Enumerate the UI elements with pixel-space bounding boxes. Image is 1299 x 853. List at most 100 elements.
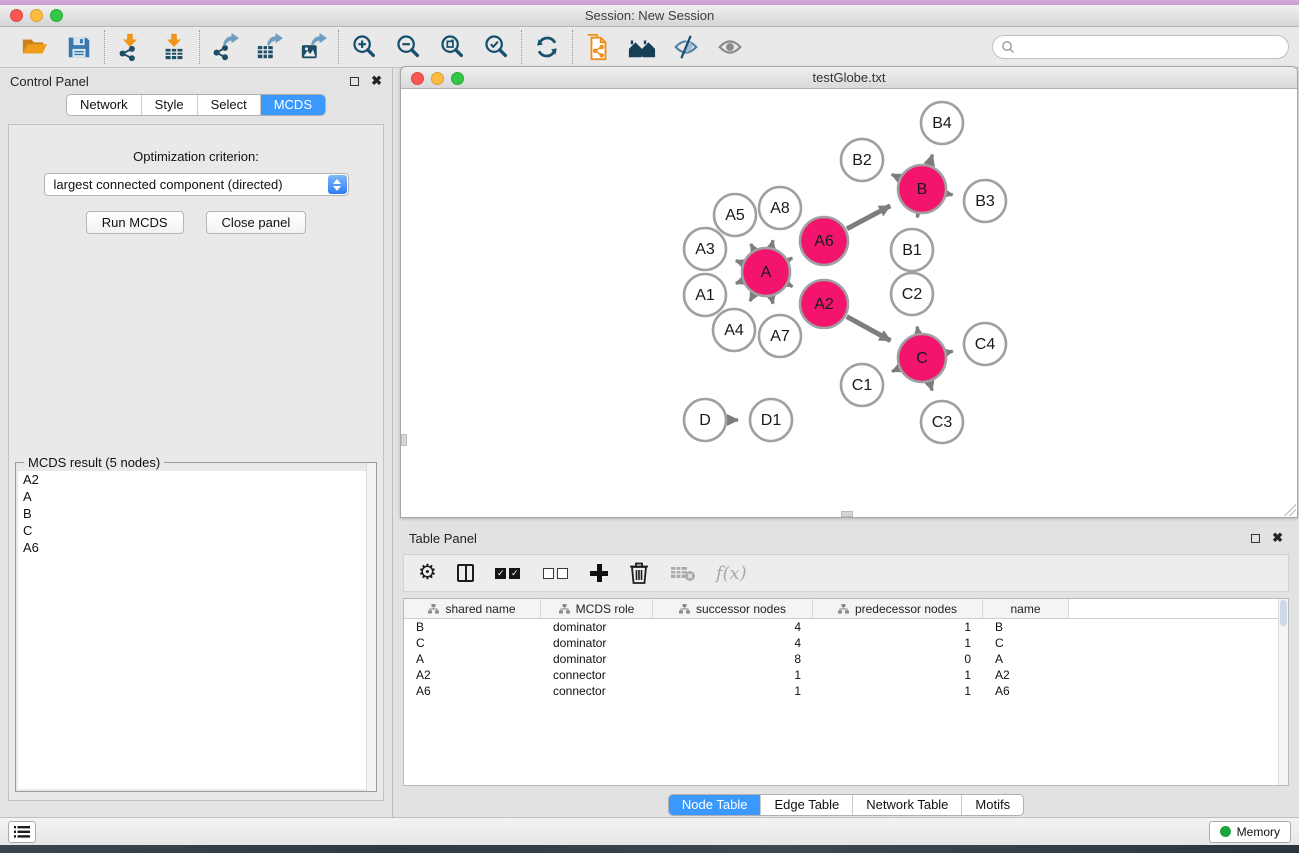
import-network-icon[interactable] — [115, 32, 145, 62]
graph-edge-A-A1[interactable] — [736, 281, 742, 283]
table-row[interactable]: A6connector11A6 — [404, 683, 1288, 699]
graph-node-C1[interactable]: C1 — [841, 364, 883, 406]
result-item-a2[interactable]: A2 — [18, 471, 374, 488]
table-row[interactable]: A2connector11A2 — [404, 667, 1288, 683]
memory-button[interactable]: Memory — [1209, 821, 1291, 843]
graph-edge-B-B4[interactable] — [930, 155, 933, 165]
result-item-c[interactable]: C — [18, 522, 374, 539]
result-item-a[interactable]: A — [18, 488, 374, 505]
graph-edge-A-A6[interactable] — [789, 258, 792, 260]
window-resize-handle[interactable] — [1284, 504, 1296, 516]
network-file-icon[interactable] — [583, 32, 613, 62]
graph-edge-A6-B[interactable] — [847, 206, 890, 229]
result-item-b[interactable]: B — [18, 505, 374, 522]
tab-node-table[interactable]: Node Table — [669, 795, 761, 815]
column-header-successor-nodes[interactable]: successor nodes — [653, 599, 813, 618]
tab-network[interactable]: Network — [67, 95, 141, 115]
network-canvas[interactable]: A5A8A6 A3 A A1 A2 A4A7 B4 B2 B B3 B1C2 C4 C C1 C3 D D1 — [401, 89, 1297, 517]
graph-edge-C-C2[interactable] — [917, 327, 918, 333]
show-columns-icon[interactable] — [457, 560, 474, 586]
import-table-icon[interactable] — [159, 32, 189, 62]
graph-edge-A-A8[interactable] — [772, 240, 773, 246]
graph-edge-A-A7[interactable] — [772, 297, 773, 303]
graph-node-A7[interactable]: A7 — [759, 315, 801, 357]
open-session-icon[interactable] — [20, 32, 50, 62]
float-panel-icon[interactable] — [350, 77, 359, 86]
float-table-panel-icon[interactable] — [1251, 534, 1260, 543]
graph-node-B2[interactable]: B2 — [841, 139, 883, 181]
graph-node-C3[interactable]: C3 — [921, 401, 963, 443]
export-image-icon[interactable] — [298, 32, 328, 62]
graph-node-B[interactable]: B — [898, 165, 946, 213]
table-row[interactable]: Cdominator41C — [404, 635, 1288, 651]
hide-selected-icon[interactable] — [671, 32, 701, 62]
graph-node-A[interactable]: A — [742, 248, 790, 296]
tab-edge-table[interactable]: Edge Table — [760, 795, 852, 815]
deselect-all-rows-icon[interactable] — [542, 560, 570, 586]
graph-edge-C-C3[interactable] — [930, 383, 932, 391]
graph-node-B4[interactable]: B4 — [921, 102, 963, 144]
criterion-select[interactable]: largest connected component (directed) — [44, 173, 349, 196]
zoom-in-icon[interactable] — [349, 32, 379, 62]
mcds-result-list[interactable]: A2ABCA6 — [18, 471, 374, 789]
table-row[interactable]: Bdominator41B — [404, 619, 1288, 635]
graph-edge-C-C1[interactable] — [892, 369, 898, 372]
graph-node-A1[interactable]: A1 — [684, 274, 726, 316]
select-all-rows-icon[interactable]: ✓✓ — [494, 560, 522, 586]
canvas-bottom-handle[interactable] — [841, 511, 853, 517]
graph-node-B3[interactable]: B3 — [964, 180, 1006, 222]
search-input[interactable] — [1015, 40, 1280, 54]
graph-node-D[interactable]: D — [684, 399, 726, 441]
graph-edge-A-A5[interactable] — [751, 244, 754, 249]
run-mcds-button[interactable]: Run MCDS — [86, 211, 184, 234]
column-header-MCDS-role[interactable]: MCDS role — [541, 599, 653, 618]
graph-node-C[interactable]: C — [898, 334, 946, 382]
show-all-icon[interactable] — [715, 32, 745, 62]
graph-edge-B-B3[interactable] — [948, 194, 953, 195]
table-row[interactable]: Adominator80A — [404, 651, 1288, 667]
graph-edge-A-A3[interactable] — [736, 261, 742, 263]
tab-network-table[interactable]: Network Table — [852, 795, 961, 815]
graph-edge-C-C4[interactable] — [947, 351, 952, 352]
task-history-button[interactable] — [8, 821, 36, 843]
table-settings-icon[interactable]: ⚙ — [418, 560, 437, 586]
tab-select[interactable]: Select — [197, 95, 260, 115]
tab-style[interactable]: Style — [141, 95, 197, 115]
graph-node-C2[interactable]: C2 — [891, 273, 933, 315]
add-column-icon[interactable] — [590, 560, 608, 586]
graph-edge-A2-C[interactable] — [847, 317, 891, 341]
result-item-a6[interactable]: A6 — [18, 539, 374, 556]
close-table-panel-icon[interactable]: ✖ — [1272, 533, 1283, 543]
refresh-icon[interactable] — [532, 32, 562, 62]
graph-node-A4[interactable]: A4 — [713, 309, 755, 351]
column-header-name[interactable]: name — [983, 599, 1069, 618]
table-scrollbar[interactable] — [1278, 599, 1288, 785]
graph-node-B1[interactable]: B1 — [891, 229, 933, 271]
column-header-shared-name[interactable]: shared name — [404, 599, 541, 618]
canvas-left-handle[interactable] — [401, 434, 407, 446]
close-panel-button[interactable]: Close panel — [206, 211, 307, 234]
close-panel-icon[interactable]: ✖ — [371, 76, 382, 86]
tab-motifs[interactable]: Motifs — [961, 795, 1023, 815]
export-table-icon[interactable] — [254, 32, 284, 62]
result-scrollbar[interactable] — [366, 463, 376, 791]
graph-node-A8[interactable]: A8 — [759, 187, 801, 229]
tab-mcds[interactable]: MCDS — [260, 95, 325, 115]
graph-node-A6[interactable]: A6 — [800, 217, 848, 265]
graph-edge-A-A4[interactable] — [750, 295, 753, 301]
graph-node-A5[interactable]: A5 — [714, 194, 756, 236]
save-session-icon[interactable] — [64, 32, 94, 62]
export-network-icon[interactable] — [210, 32, 240, 62]
graph-node-D1[interactable]: D1 — [750, 399, 792, 441]
graph-node-C4[interactable]: C4 — [964, 323, 1006, 365]
home-view-icon[interactable] — [627, 32, 657, 62]
graph-node-A2[interactable]: A2 — [800, 280, 848, 328]
zoom-out-icon[interactable] — [393, 32, 423, 62]
zoom-selected-icon[interactable] — [481, 32, 511, 62]
column-header-predecessor-nodes[interactable]: predecessor nodes — [813, 599, 983, 618]
graph-edge-A-A2[interactable] — [789, 285, 793, 287]
graph-edge-B-B2[interactable] — [892, 174, 899, 177]
graph-node-A3[interactable]: A3 — [684, 228, 726, 270]
search-box[interactable] — [992, 35, 1289, 59]
delete-column-icon[interactable] — [628, 560, 650, 586]
